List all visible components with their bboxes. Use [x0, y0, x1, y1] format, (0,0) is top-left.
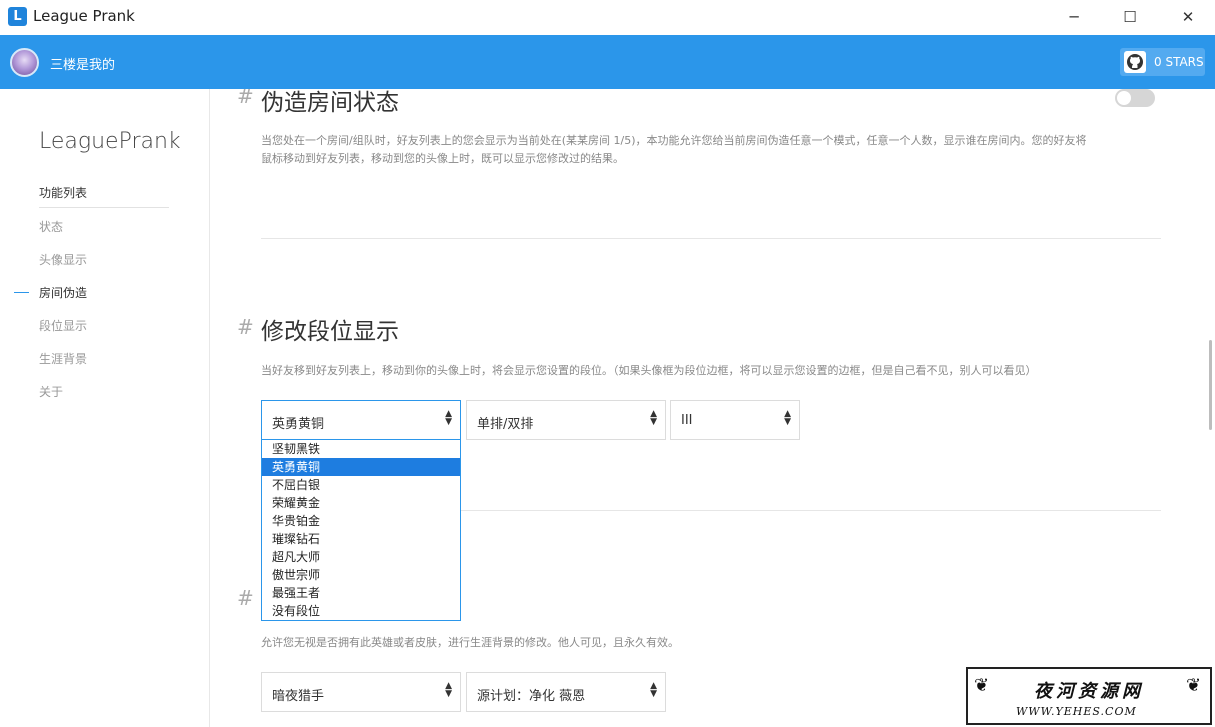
dropdown-option[interactable]: 坚韧黑铁 — [262, 440, 460, 458]
division-select[interactable]: III ▲ ▼ — [670, 400, 800, 440]
sidebar-item-status[interactable]: 状态 — [39, 218, 63, 235]
active-nav-marker — [14, 292, 29, 293]
queue-select[interactable]: 单排/双排 ▲ ▼ — [466, 400, 666, 440]
updown-arrow-icon: ▲ ▼ — [445, 681, 452, 699]
main-content: # 伪造房间状态 当您处在一个房间/组队时，好友列表上的您会显示为当前处在(某某… — [210, 89, 1215, 727]
updown-arrow-icon: ▲ ▼ — [650, 681, 657, 699]
dropdown-option[interactable]: 华贵铂金 — [262, 512, 460, 530]
sidebar-item-room[interactable]: 房间伪造 — [39, 284, 87, 301]
app-icon: L — [8, 7, 27, 26]
sidebar-logo: LeaguePrank — [39, 129, 181, 154]
updown-arrow-icon: ▲ ▼ — [784, 409, 791, 427]
queue-select-value: 单排/双排 — [477, 417, 534, 432]
flourish-icon: ❦ — [974, 675, 990, 696]
champion-select[interactable]: 暗夜猎手 ▲ ▼ — [261, 672, 461, 712]
sidebar: LeaguePrank 功能列表 状态 头像显示 房间伪造 段位显示 生涯背景 … — [0, 89, 210, 727]
dropdown-option[interactable]: 超凡大师 — [262, 548, 460, 566]
division-select-value: III — [681, 413, 693, 428]
github-stars-button[interactable]: 0 STARS — [1120, 48, 1205, 76]
career-desc: 允许您无视是否拥有此英雄或者皮肤，进行生涯背景的修改。他人可见，且永久有效。 — [261, 636, 679, 649]
updown-arrow-icon: ▲ ▼ — [650, 409, 657, 427]
dropdown-option[interactable]: 没有段位 — [262, 602, 460, 620]
app-header: 三楼是我的 0 STARS — [0, 35, 1215, 89]
dropdown-option[interactable]: 最强王者 — [262, 584, 460, 602]
section-hash: # — [237, 586, 254, 610]
tier-select-value: 英勇黄铜 — [272, 417, 325, 432]
section-title-rank: 修改段位显示 — [261, 319, 399, 345]
watermark-title: 夜河资源网 — [1034, 681, 1144, 702]
tier-select[interactable]: 英勇黄铜 ▲ ▼ — [261, 400, 461, 440]
stars-count: 0 STARS — [1154, 55, 1204, 69]
dropdown-option-selected[interactable]: 英勇黄铜 — [262, 458, 460, 476]
sidebar-item-career[interactable]: 生涯背景 — [39, 350, 87, 367]
room-fake-toggle[interactable] — [1115, 89, 1155, 107]
dropdown-option[interactable]: 傲世宗师 — [262, 566, 460, 584]
sidebar-heading: 功能列表 — [39, 184, 169, 208]
section-hash: # — [237, 89, 254, 108]
username: 三楼是我的 — [50, 58, 116, 73]
skin-select-value: 源计划：净化 薇恩 — [477, 689, 586, 704]
toggle-knob — [1117, 91, 1131, 105]
close-button[interactable]: ✕ — [1159, 0, 1215, 33]
minimize-button[interactable]: ─ — [1045, 0, 1103, 33]
section-divider — [261, 238, 1161, 239]
sidebar-item-rank[interactable]: 段位显示 — [39, 317, 87, 334]
watermark-url: WWW.YEHES.COM — [1016, 705, 1137, 718]
window-titlebar: L League Prank ─ ☐ ✕ — [0, 0, 1215, 35]
window-title: League Prank — [33, 7, 135, 25]
sidebar-item-avatar[interactable]: 头像显示 — [39, 251, 87, 268]
champion-select-value: 暗夜猎手 — [272, 689, 325, 704]
sidebar-item-about[interactable]: 关于 — [39, 383, 63, 400]
avatar[interactable] — [10, 48, 39, 77]
github-icon — [1124, 51, 1146, 73]
tier-dropdown-list: 坚韧黑铁 英勇黄铜 不屈白银 荣耀黄金 华贵铂金 璀璨钻石 超凡大师 傲世宗师 … — [261, 439, 461, 621]
skin-select[interactable]: 源计划：净化 薇恩 ▲ ▼ — [466, 672, 666, 712]
dropdown-option[interactable]: 荣耀黄金 — [262, 494, 460, 512]
dropdown-option[interactable]: 璀璨钻石 — [262, 530, 460, 548]
dropdown-option[interactable]: 不屈白银 — [262, 476, 460, 494]
flourish-icon: ❦ — [1186, 675, 1202, 696]
section-title-room: 伪造房间状态 — [261, 90, 399, 116]
room-desc-line2: 鼠标移动到好友列表，移动到您的头像上时，既可以显示您修改过的结果。 — [261, 152, 624, 165]
scrollbar-thumb[interactable] — [1209, 340, 1212, 430]
watermark-logo: ❦ ❦ 夜河资源网 WWW.YEHES.COM — [966, 667, 1212, 725]
room-desc-line1: 当您处在一个房间/组队时，好友列表上的您会显示为当前处在(某某房间 1/5)，本… — [261, 134, 1087, 147]
updown-arrow-icon: ▲ ▼ — [445, 409, 452, 427]
maximize-button[interactable]: ☐ — [1101, 0, 1159, 33]
rank-desc: 当好友移到好友列表上，移动到你的头像上时，将会显示您设置的段位。（如果头像框为段… — [261, 364, 1037, 377]
section-divider — [461, 510, 1161, 511]
section-hash: # — [237, 315, 254, 339]
